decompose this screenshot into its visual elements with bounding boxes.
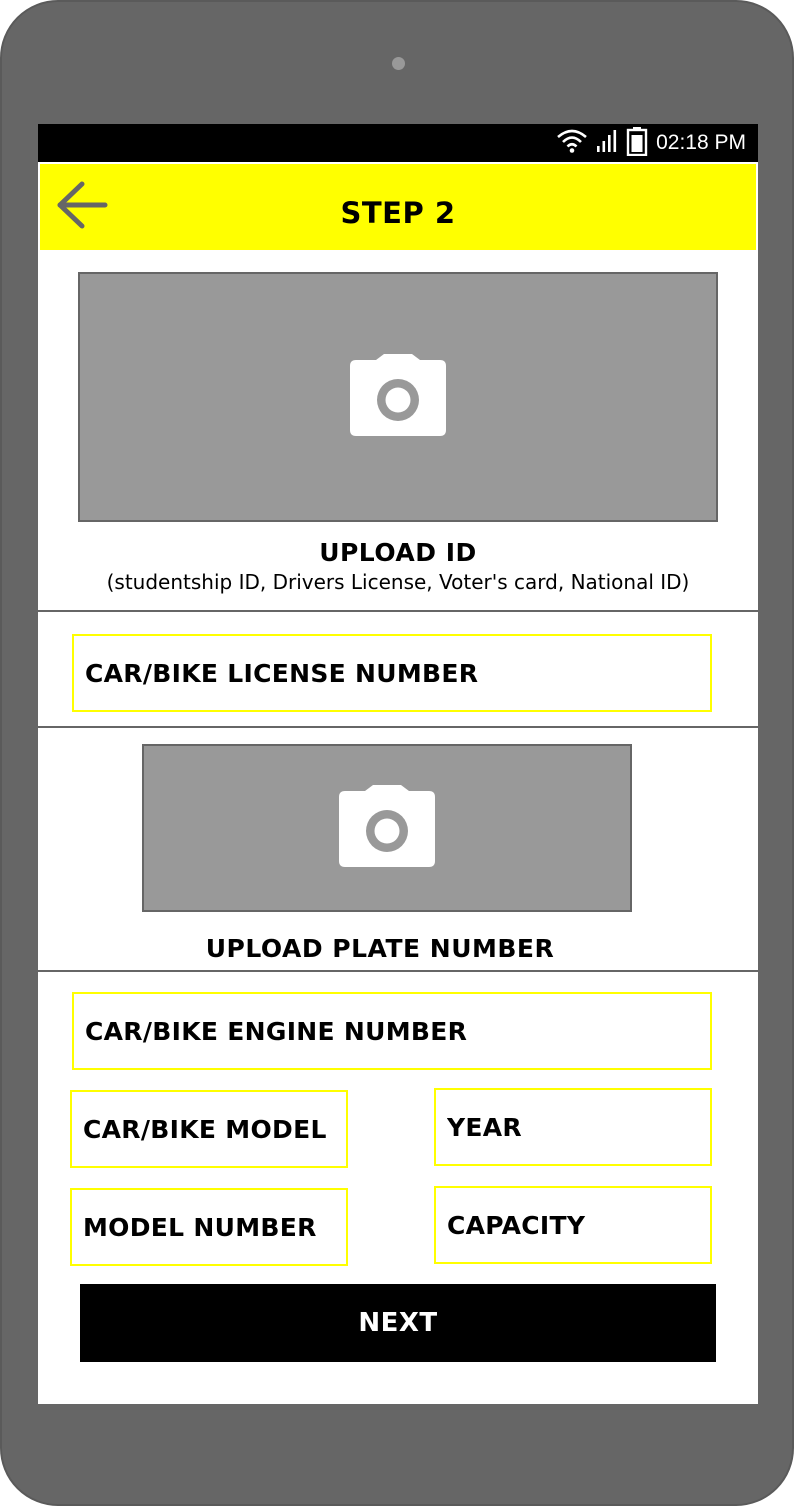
engine-number-input[interactable] <box>72 992 712 1070</box>
next-button[interactable]: NEXT <box>80 1284 716 1362</box>
license-number-input[interactable] <box>72 634 712 712</box>
back-button[interactable] <box>54 180 110 234</box>
battery-icon <box>626 126 648 160</box>
phone-screen: 02:18 PM STEP 2 UPLOAD ID (studentship I… <box>38 124 758 1404</box>
status-icons: 02:18 PM <box>556 124 746 162</box>
upload-plate-photo-box[interactable] <box>142 744 632 912</box>
divider <box>38 610 758 612</box>
upload-id-subtitle: (studentship ID, Drivers License, Voter'… <box>106 570 690 594</box>
camera-icon <box>337 783 437 873</box>
upload-id-photo-box[interactable] <box>78 272 718 522</box>
device-frame: 02:18 PM STEP 2 UPLOAD ID (studentship I… <box>0 0 794 1506</box>
model-input[interactable] <box>70 1090 348 1168</box>
upload-id-label: UPLOAD ID <box>319 538 477 567</box>
divider <box>38 970 758 972</box>
status-time: 02:18 PM <box>656 131 746 154</box>
upload-plate-label: UPLOAD PLATE NUMBER <box>205 934 555 963</box>
model-number-input[interactable] <box>70 1188 348 1266</box>
app-bar: STEP 2 <box>40 164 756 250</box>
page-title: STEP 2 <box>340 196 456 230</box>
camera-icon <box>348 352 448 442</box>
speaker-icon <box>392 57 405 70</box>
year-input[interactable] <box>434 1088 712 1166</box>
wifi-icon <box>556 128 588 158</box>
arrow-left-icon <box>55 180 109 234</box>
status-bar: 02:18 PM <box>38 124 758 162</box>
signal-icon <box>596 129 618 157</box>
divider <box>38 726 758 728</box>
capacity-input[interactable] <box>434 1186 712 1264</box>
